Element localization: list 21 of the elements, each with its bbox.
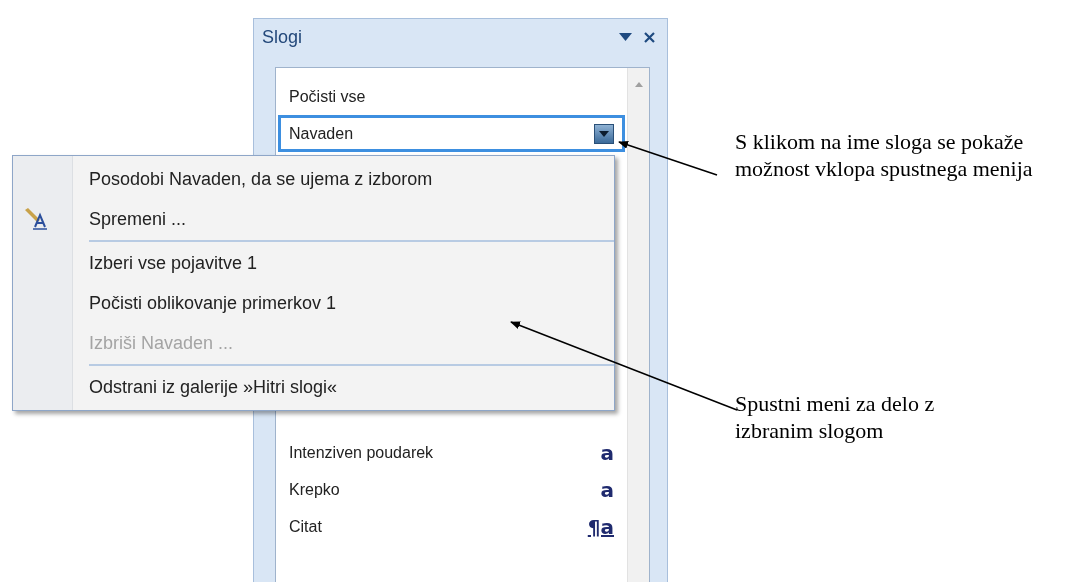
menu-item[interactable]: Počisti oblikovanje primerkov 1 [89, 289, 337, 317]
caret-icon[interactable] [619, 33, 632, 41]
dropdown-button[interactable] [594, 123, 614, 144]
menu-item[interactable]: Izberi vse pojavitve 1 [89, 249, 258, 277]
close-icon[interactable] [644, 31, 655, 43]
pane-title: Slogi [262, 25, 303, 49]
style-type-marker: a [600, 442, 614, 463]
menu-item[interactable]: Odstrani iz galerije »Hitri slogi« [89, 373, 338, 401]
menu-item[interactable]: Spremeni ... [89, 205, 187, 233]
style-item[interactable]: Citat ¶a [278, 508, 625, 545]
caret-icon [599, 130, 609, 137]
menu-item[interactable]: Posodobi Navaden, da se ujema z izborom [89, 165, 433, 193]
annotation: S klikom na ime sloga se pokaže možnost vklopa spustnega menija [735, 128, 1034, 182]
style-item[interactable]: Počisti vse [278, 78, 625, 115]
scrollbar[interactable] [627, 68, 649, 582]
style-item[interactable]: Intenziven poudarek a [278, 434, 625, 471]
annotation: Spustni meni za delo z izbranim slogom [735, 390, 936, 444]
style-item[interactable]: Navaden [278, 115, 625, 152]
style-item[interactable]: Krepko a [278, 471, 625, 508]
style-type-marker: ¶a [587, 516, 614, 537]
style-type-marker: a [600, 479, 614, 500]
